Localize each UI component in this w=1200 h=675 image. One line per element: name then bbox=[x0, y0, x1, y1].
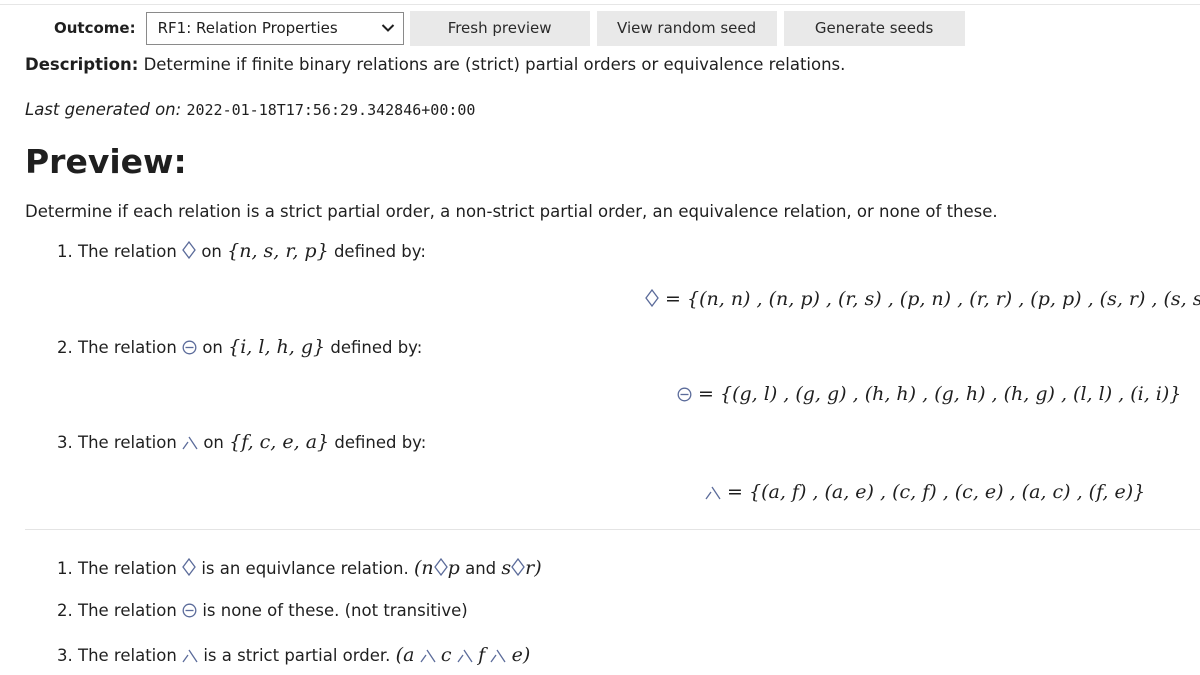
question-2-definition: = {(g, l) , (g, g) , (h, h) , (g, h) , (… bbox=[677, 383, 1181, 407]
answer-number: 3. bbox=[57, 646, 73, 665]
question-on: on bbox=[203, 433, 224, 452]
preview-intro: Determine if each relation is a strict p… bbox=[25, 202, 998, 221]
lambda-glyph-icon bbox=[457, 648, 473, 667]
question-set: {i, l, h, g} bbox=[228, 336, 326, 358]
description: Description: Determine if finite binary … bbox=[25, 55, 845, 74]
section-divider bbox=[25, 529, 1200, 530]
answer-1: 1. The relation is an equivlance relatio… bbox=[57, 557, 542, 580]
question-on: on bbox=[201, 242, 222, 261]
toolbar: Outcome: RF1: Relation Properties Fresh … bbox=[54, 10, 965, 46]
answer-number: 2. bbox=[57, 601, 73, 620]
lambda-glyph-icon bbox=[182, 435, 198, 454]
preview-heading: Preview: bbox=[25, 142, 187, 181]
lambda-glyph-icon bbox=[705, 483, 721, 505]
question-prefix: The relation bbox=[78, 338, 177, 357]
question-prefix: The relation bbox=[78, 433, 177, 452]
question-1: 1. The relation on {n, s, r, p} defined … bbox=[57, 240, 426, 263]
question-prefix: The relation bbox=[78, 242, 177, 261]
question-3-definition: = {(a, f) , (a, e) , (c, f) , (c, e) , (… bbox=[705, 481, 1145, 505]
answer-2: 2. The relation is none of these. (not t… bbox=[57, 601, 468, 622]
diamond-icon bbox=[182, 557, 196, 580]
answer-text: is an equivlance relation. bbox=[201, 559, 409, 578]
definition-text: = {(g, l) , (g, g) , (h, h) , (g, h) , (… bbox=[698, 383, 1182, 405]
answer-note-var: n bbox=[421, 557, 434, 579]
question-suffix: defined by: bbox=[330, 338, 423, 357]
chevron-down-icon bbox=[381, 21, 395, 35]
outcome-label: Outcome: bbox=[54, 19, 136, 37]
answer-note-var: s bbox=[501, 557, 512, 579]
diamond-icon bbox=[511, 557, 525, 580]
answer-prefix: The relation bbox=[78, 646, 177, 665]
answer-chain-var: c bbox=[440, 644, 452, 666]
definition-text: = {(a, f) , (a, e) , (c, f) , (c, e) , (… bbox=[727, 481, 1146, 503]
answer-text: is none of these. (not transitive) bbox=[202, 601, 468, 620]
answer-note-var: p bbox=[447, 557, 460, 579]
answer-note-and: and bbox=[465, 559, 497, 578]
definition-text: = {(n, n) , (n, p) , (r, s) , (p, n) , (… bbox=[665, 288, 1200, 310]
question-1-definition: = {(n, n) , (n, p) , (r, s) , (p, n) , (… bbox=[645, 288, 1200, 312]
circle-minus-icon bbox=[182, 340, 197, 359]
description-text: Determine if finite binary relations are… bbox=[143, 55, 846, 74]
last-generated-value: 2022-01-18T17:56:29.342846+00:00 bbox=[186, 101, 476, 119]
outcome-select[interactable]: RF1: Relation Properties bbox=[145, 11, 404, 45]
answer-text: is a strict partial order. bbox=[203, 646, 391, 665]
question-number: 1. bbox=[57, 242, 73, 261]
answer-note-close: ) bbox=[534, 557, 542, 579]
last-generated: Last generated on: 2022-01-18T17:56:29.3… bbox=[25, 100, 475, 119]
outcome-select-value: RF1: Relation Properties bbox=[157, 19, 338, 37]
diamond-icon bbox=[182, 240, 196, 263]
view-random-seed-button[interactable]: View random seed bbox=[596, 10, 777, 46]
question-2: 2. The relation on {i, l, h, g} defined … bbox=[57, 336, 422, 359]
lambda-glyph-icon bbox=[490, 648, 506, 667]
question-3: 3. The relation on {f, c, e, a} defined … bbox=[57, 431, 426, 454]
lambda-glyph-icon bbox=[182, 648, 198, 667]
answer-chain-var: (a bbox=[395, 644, 415, 666]
generate-seeds-button[interactable]: Generate seeds bbox=[783, 10, 965, 46]
circle-minus-icon bbox=[182, 603, 197, 622]
diamond-icon bbox=[645, 288, 659, 312]
answer-3: 3. The relation is a strict partial orde… bbox=[57, 644, 530, 667]
question-number: 2. bbox=[57, 338, 73, 357]
lambda-glyph-icon bbox=[420, 648, 436, 667]
question-number: 3. bbox=[57, 433, 73, 452]
fresh-preview-button[interactable]: Fresh preview bbox=[409, 10, 590, 46]
diamond-icon bbox=[433, 557, 448, 580]
answer-number: 1. bbox=[57, 559, 73, 578]
question-set: {n, s, r, p} bbox=[227, 240, 329, 262]
last-generated-label: Last generated on: bbox=[25, 100, 182, 119]
question-suffix: defined by: bbox=[333, 242, 426, 261]
answer-note-var: r bbox=[525, 557, 535, 579]
answer-chain-var: f bbox=[478, 644, 486, 666]
circle-minus-icon bbox=[677, 385, 692, 407]
top-divider bbox=[0, 4, 1200, 5]
question-on: on bbox=[202, 338, 223, 357]
answer-chain-var: e) bbox=[511, 644, 531, 666]
question-set: {f, c, e, a} bbox=[229, 431, 330, 453]
answer-prefix: The relation bbox=[78, 601, 177, 620]
answer-prefix: The relation bbox=[78, 559, 177, 578]
description-label: Description: bbox=[25, 55, 139, 74]
question-suffix: defined by: bbox=[334, 433, 427, 452]
